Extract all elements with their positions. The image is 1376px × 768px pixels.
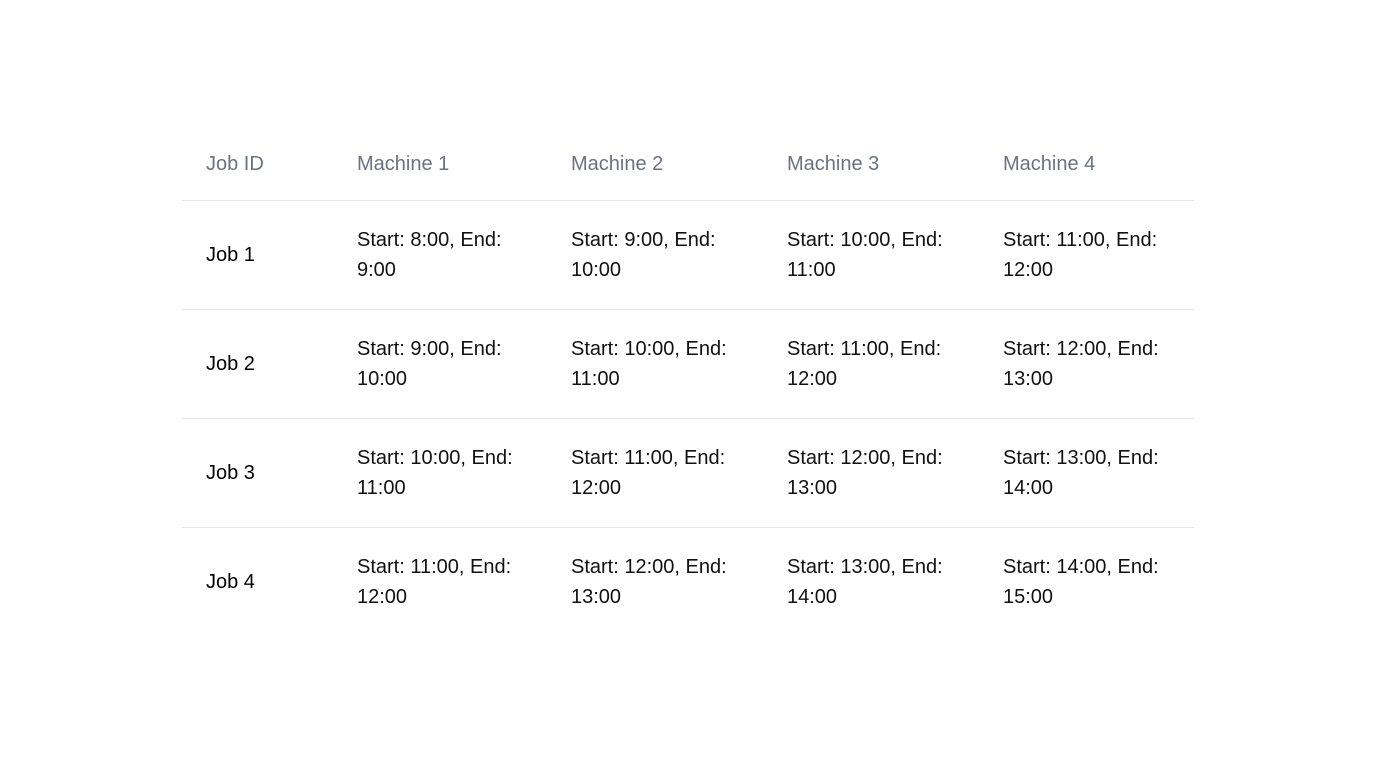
table-header-row: Job ID Machine 1 Machine 2 Machine 3 Mac… bbox=[182, 128, 1194, 201]
schedule-cell: Start: 11:00, End: 12:00 bbox=[763, 309, 979, 419]
column-header-machine-4: Machine 4 bbox=[979, 128, 1194, 201]
schedule-cell: Start: 10:00, End: 11:00 bbox=[333, 418, 547, 528]
schedule-cell: Start: 11:00, End: 12:00 bbox=[357, 556, 512, 609]
job-id-cell: Job 3 bbox=[182, 418, 333, 528]
schedule-table-container: Job ID Machine 1 Machine 2 Machine 3 Mac… bbox=[182, 128, 1194, 637]
schedule-cell: Start: 13:00, End: 14:00 bbox=[979, 418, 1194, 528]
job-id-cell: Job 1 bbox=[182, 200, 333, 310]
table-row: Job 3 Start: 10:00, End: 11:00 Start: 11… bbox=[182, 418, 1194, 528]
schedule-cell: Start: 13:00, End: 14:00 bbox=[787, 556, 943, 609]
schedule-cell: Start: 9:00, End: 10:00 bbox=[333, 309, 547, 419]
column-header-machine-2: Machine 2 bbox=[547, 128, 763, 201]
schedule-cell: Start: 8:00, End: 9:00 bbox=[333, 200, 547, 310]
schedule-cell: Start: 14:00, End: 15:00 bbox=[1003, 556, 1159, 609]
schedule-cell: Start: 10:00, End: 11:00 bbox=[763, 200, 979, 310]
schedule-cell: Start: 12:00, End: 13:00 bbox=[979, 309, 1194, 419]
job-id-cell: Job 4 bbox=[206, 571, 255, 594]
schedule-cell: Start: 9:00, End: 10:00 bbox=[547, 200, 763, 310]
schedule-cell: Start: 10:00, End: 11:00 bbox=[547, 309, 763, 419]
table-row: Job 2 Start: 9:00, End: 10:00 Start: 10:… bbox=[182, 309, 1194, 419]
column-header-machine-1: Machine 1 bbox=[333, 128, 547, 201]
schedule-cell: Start: 12:00, End: 13:00 bbox=[763, 418, 979, 528]
job-id-cell: Job 2 bbox=[182, 309, 333, 419]
schedule-cell: Start: 11:00, End: 12:00 bbox=[547, 418, 763, 528]
schedule-cell: Start: 11:00, End: 12:00 bbox=[979, 200, 1194, 310]
table-row: Job 1 Start: 8:00, End: 9:00 Start: 9:00… bbox=[182, 200, 1194, 310]
column-header-machine-3: Machine 3 bbox=[763, 128, 979, 201]
schedule-table: Job ID Machine 1 Machine 2 Machine 3 Mac… bbox=[182, 128, 1194, 637]
table-row: Job 4 Start: 11:00, End: 12:00 Start: 12… bbox=[182, 528, 1194, 637]
column-header-job-id: Job ID bbox=[182, 128, 333, 201]
schedule-cell: Start: 12:00, End: 13:00 bbox=[571, 556, 727, 609]
